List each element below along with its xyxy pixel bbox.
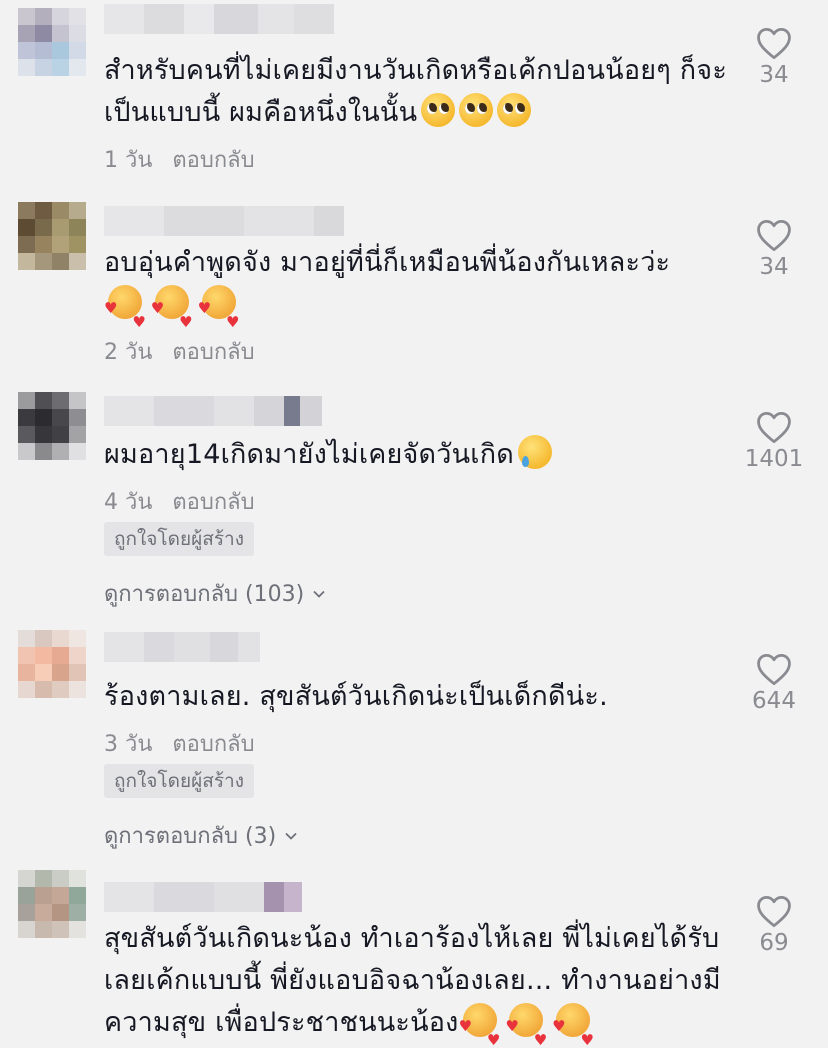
comment-text: อบอุ่นคำพูดจัง มาอยู่ที่นี่ก็เหมือนพี่น้… xyxy=(104,242,744,343)
username-blurred[interactable] xyxy=(104,882,302,912)
view-replies-button[interactable]: ดูการตอบกลับ (103) xyxy=(104,576,326,611)
comment-time: 4 วัน xyxy=(104,490,153,515)
like-count: 644 xyxy=(752,688,796,714)
like-count: 69 xyxy=(759,930,789,956)
smiling-face-with-hearts-icon xyxy=(198,285,240,343)
view-replies-label: ดูการตอบกลับ (3) xyxy=(104,824,277,849)
comment-meta: 4 วัน ตอบกลับ xyxy=(104,484,255,519)
heart-outline-icon xyxy=(757,412,791,444)
smiling-face-with-hearts-icon xyxy=(552,1003,594,1048)
like-count: 1401 xyxy=(744,446,804,472)
heart-outline-icon xyxy=(757,654,791,686)
reply-button[interactable]: ตอบกลับ xyxy=(172,334,254,369)
like-button[interactable]: 69 xyxy=(734,894,814,956)
heart-outline-icon xyxy=(757,220,791,252)
heart-outline-icon xyxy=(757,896,791,928)
comment-meta: 3 วัน ตอบกลับ xyxy=(104,726,255,761)
chevron-down-icon xyxy=(285,832,297,840)
smiling-face-with-tear-icon xyxy=(518,435,553,469)
pleading-face-icon xyxy=(497,93,532,127)
comment-time: 3 วัน xyxy=(104,732,153,757)
username-blurred[interactable] xyxy=(104,4,334,34)
comment-meta: 2 วัน ตอบกลับ xyxy=(104,334,255,369)
smiling-face-with-hearts-icon xyxy=(104,285,146,343)
reply-button[interactable]: ตอบกลับ xyxy=(172,142,254,177)
like-button[interactable]: 34 xyxy=(734,218,814,280)
like-button[interactable]: 34 xyxy=(734,26,814,88)
avatar[interactable] xyxy=(18,8,86,76)
comment-text: สำหรับคนที่ไม่เคยมีงานวันเกิดหรือเค้กปอน… xyxy=(104,55,728,128)
liked-by-creator-badge: ถูกใจโดยผู้สร้าง xyxy=(104,522,254,556)
avatar[interactable] xyxy=(18,870,86,938)
heart-outline-icon xyxy=(757,28,791,60)
smiling-face-with-hearts-icon xyxy=(151,285,193,343)
comment-text: ร้องตามเลย. สุขสันต์วันเกิดน่ะเป็นเด็กดี… xyxy=(104,681,608,712)
comment-meta: 1 วัน ตอบกลับ xyxy=(104,142,255,177)
comment-text: สุขสันต์วันเกิดนะน้อง ทำเอาร้องไห้เลย พี… xyxy=(104,918,744,1048)
comment-feed: สำหรับคนที่ไม่เคยมีงานวันเกิดหรือเค้กปอน… xyxy=(0,0,828,1048)
smiling-face-with-hearts-icon xyxy=(505,1003,547,1048)
like-count: 34 xyxy=(759,254,789,280)
smiling-face-with-hearts-icon xyxy=(459,1003,501,1048)
avatar[interactable] xyxy=(18,630,86,698)
username-blurred[interactable] xyxy=(104,206,344,236)
username-blurred[interactable] xyxy=(104,632,260,662)
like-count: 34 xyxy=(759,62,789,88)
like-button[interactable]: 1401 xyxy=(734,410,814,472)
pleading-face-icon xyxy=(459,93,494,127)
comment-text: ผมอายุ14เกิดมายังไม่เคยจัดวันเกิด xyxy=(104,434,744,476)
chevron-down-icon xyxy=(313,590,325,598)
avatar[interactable] xyxy=(18,392,86,460)
pleading-face-icon xyxy=(421,93,456,127)
like-button[interactable]: 644 xyxy=(734,652,814,714)
comment-time: 2 วัน xyxy=(104,340,153,365)
comment-time: 1 วัน xyxy=(104,148,153,173)
reply-button[interactable]: ตอบกลับ xyxy=(172,484,254,519)
liked-by-creator-badge: ถูกใจโดยผู้สร้าง xyxy=(104,764,254,798)
view-replies-button[interactable]: ดูการตอบกลับ (3) xyxy=(104,818,298,853)
avatar[interactable] xyxy=(18,202,86,270)
username-blurred[interactable] xyxy=(104,396,322,426)
reply-button[interactable]: ตอบกลับ xyxy=(172,726,254,761)
view-replies-label: ดูการตอบกลับ (103) xyxy=(104,582,305,607)
